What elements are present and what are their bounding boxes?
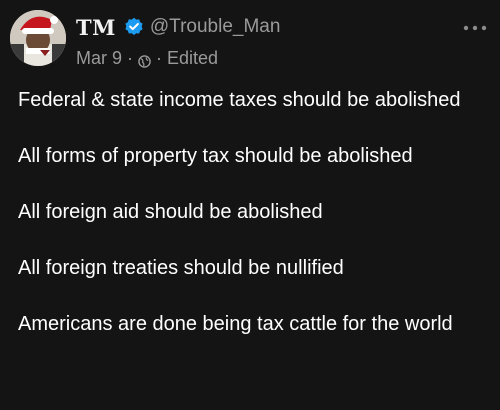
edited-label[interactable]: Edited [167,48,218,69]
separator-dot: · [127,47,134,68]
post-header: TM @Trouble_Man Mar 9 · · Edited [76,12,460,72]
post-paragraph: Americans are done being tax cattle for … [18,313,453,335]
avatar[interactable] [10,10,66,66]
globe-icon [138,52,151,68]
meta-row: Mar 9 · · Edited [76,44,460,72]
avatar-image [10,10,66,66]
handle[interactable]: @Trouble_Man [150,16,281,38]
post-paragraph: All forms of property tax should be abol… [18,145,413,167]
post-paragraph: All foreign aid should be abolished [18,201,323,223]
name-row: TM @Trouble_Man [76,12,460,42]
separator-dot: · [156,47,163,68]
post-paragraph: Federal & state income taxes should be a… [18,89,461,111]
verified-badge-icon [124,17,144,37]
more-options-icon[interactable] [462,20,488,31]
post-paragraph: All foreign treaties should be nullified [18,257,344,279]
post-date[interactable]: Mar 9 [76,48,122,69]
display-name[interactable]: TM [76,15,116,40]
post: TM @Trouble_Man Mar 9 · · Edited Federal… [0,0,500,410]
post-body: Federal & state income taxes should be a… [18,86,484,366]
